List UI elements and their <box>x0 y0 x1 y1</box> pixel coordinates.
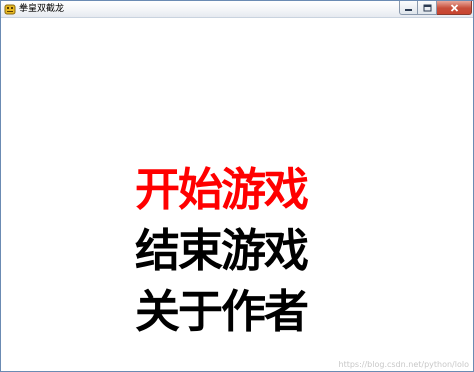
menu-start-game[interactable]: 开始游戏 <box>135 164 335 216</box>
window-controls <box>399 1 472 16</box>
maximize-icon <box>423 4 431 11</box>
close-button[interactable] <box>437 1 472 15</box>
title-bar[interactable]: 拳皇双截龙 <box>1 1 473 18</box>
minimize-icon <box>405 8 412 11</box>
close-icon <box>450 3 458 12</box>
game-canvas[interactable]: 开始游戏 结束游戏 关于作者 https://blog.csdn.net/pyt… <box>1 18 473 371</box>
menu-about-author[interactable]: 关于作者 <box>135 286 335 338</box>
minimize-button[interactable] <box>399 1 418 15</box>
game-window: 拳皇双截龙 开始游戏 结束游戏 关于作者 https://blog.csdn.n… <box>0 0 474 372</box>
maximize-button[interactable] <box>418 1 437 15</box>
game-app-icon <box>4 4 16 15</box>
menu-quit-game[interactable]: 结束游戏 <box>135 225 335 277</box>
window-title: 拳皇双截龙 <box>19 4 65 14</box>
watermark-text: https://blog.csdn.net/python/lolo <box>338 360 470 369</box>
